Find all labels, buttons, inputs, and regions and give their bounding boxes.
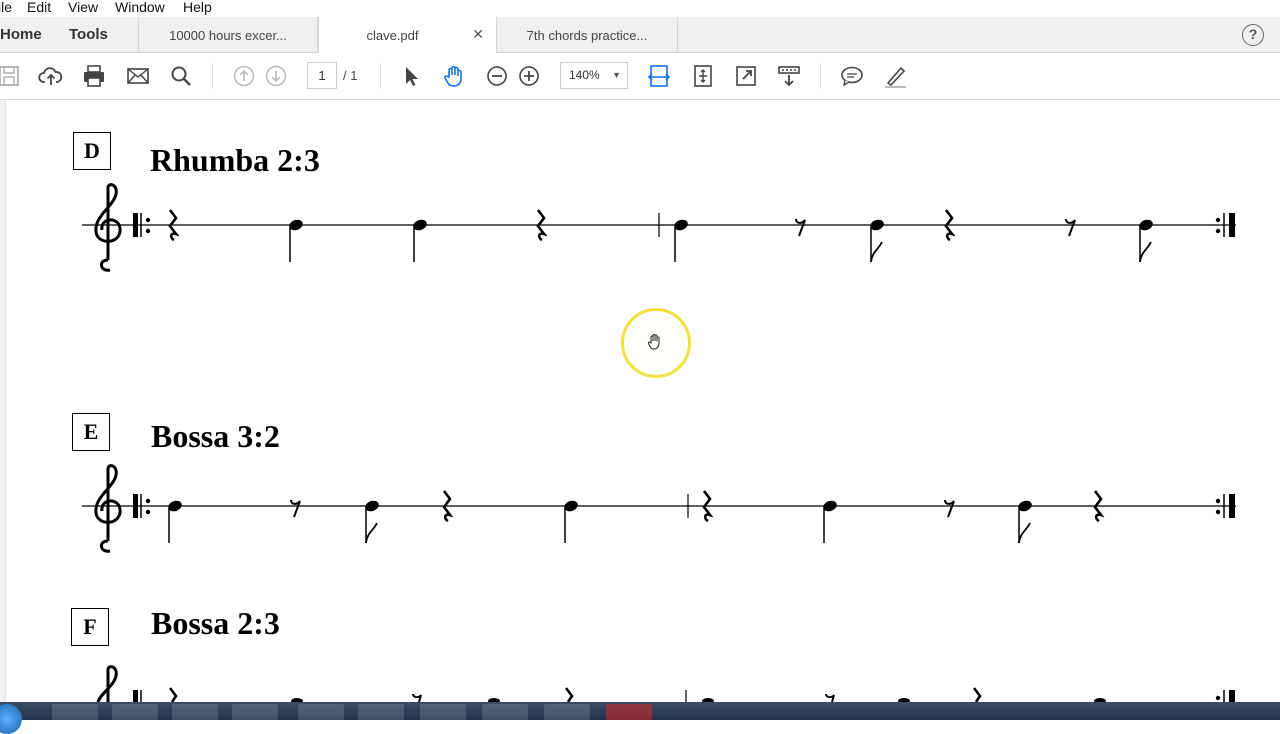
quarter-note [289,219,303,262]
toolbar-divider [380,63,381,89]
quarter-note [823,500,837,543]
eighth-note [1139,219,1153,263]
print-icon[interactable] [81,63,107,89]
quarter-note [168,500,182,543]
file-explorer-icon[interactable] [52,704,98,720]
navigation-pane-edge[interactable] [0,100,6,702]
taskbar-app-icon[interactable] [232,704,278,720]
previous-page-icon[interactable] [231,63,257,89]
treble-clef-icon [94,464,122,553]
eighth-note [365,500,379,544]
quarter-note [674,219,688,262]
section-label: F [71,608,109,646]
taskbar-app-icon[interactable] [544,704,590,720]
select-arrow-icon[interactable] [398,63,424,89]
search-icon[interactable] [168,63,194,89]
outlook-icon[interactable] [358,704,404,720]
section-label: E [72,413,110,451]
menu-edit[interactable]: Edit [27,0,51,15]
rhythm-staff [82,183,1236,272]
tab-7th-chords[interactable]: 7th chords practice... [497,17,678,53]
toolbar-divider [212,63,213,89]
comment-icon[interactable] [839,63,865,89]
zoom-out-icon[interactable] [484,63,510,89]
scroll-mode-icon[interactable] [776,63,802,89]
email-icon[interactable] [125,63,151,89]
menu-file[interactable]: ile [0,0,12,15]
chrome-icon[interactable] [112,704,158,720]
windows-taskbar [0,702,1280,734]
start-button[interactable] [0,704,22,734]
chevron-down-icon: ▼ [612,70,621,80]
eighth-note [1018,500,1032,544]
nav-tools[interactable]: Tools [69,26,108,43]
hand-tool-icon[interactable] [441,63,467,89]
treble-clef-icon [94,183,122,272]
tab-bar: Home Tools 10000 hours excer... clave.pd… [0,17,1280,54]
section-title: Bossa 2:3 [151,605,280,641]
quarter-note [413,219,427,262]
next-page-icon[interactable] [263,63,289,89]
acrobat-icon[interactable] [606,704,652,720]
menu-window[interactable]: Window [115,0,165,15]
eighth-rest-icon [290,499,301,518]
menu-help[interactable]: Help [183,0,212,15]
full-screen-icon[interactable] [733,63,759,89]
word-icon[interactable] [482,704,528,720]
toolbar-divider [820,63,821,89]
page-number-input[interactable]: 1 [307,62,337,89]
help-icon[interactable]: ? [1242,24,1264,46]
zoom-in-icon[interactable] [516,63,542,89]
tab-label: clave.pdf [366,28,419,43]
section-label: D [73,132,111,170]
save-icon[interactable] [0,63,22,89]
quarter-note [564,500,578,543]
close-icon[interactable]: ✕ [472,26,484,43]
tab-clave[interactable]: clave.pdf ✕ [318,17,497,54]
nav-home[interactable]: Home [0,26,42,43]
fit-page-icon[interactable] [690,63,716,89]
eighth-rest-icon [1065,218,1076,237]
upload-cloud-icon[interactable] [38,63,64,89]
section-title: Bossa 3:2 [151,418,280,454]
zoom-value: 140% [569,68,600,82]
taskbar-app-icon[interactable] [172,704,218,720]
rhythm-staff [96,665,1235,702]
taskbar-app-icon[interactable] [298,704,344,720]
menu-view[interactable]: View [68,0,98,15]
zoom-select[interactable]: 140% ▼ [560,62,628,89]
menu-bar: ile Edit View Window Help [0,0,1280,17]
tab-label: 7th chords practice... [526,27,648,43]
taskbar-app-icon[interactable] [420,704,466,720]
hand-cursor-icon [647,333,663,354]
tab-label: 10000 hours excer... [169,27,287,43]
eighth-rest-icon [944,499,955,518]
document-view[interactable]: D Rhumba 2:3 E Bossa 3:2 F Bossa 2:3 [0,100,1280,702]
treble-clef-icon [96,665,118,702]
eighth-note [870,219,884,263]
rhythm-staff [82,464,1236,553]
eighth-rest-icon [795,218,806,237]
toolbar [0,53,1280,100]
tab-10000-hours[interactable]: 10000 hours excer... [138,17,318,53]
section-title: Rhumba 2:3 [150,142,320,178]
page-total: / 1 [343,68,358,83]
highlight-pen-icon[interactable] [882,63,908,89]
fit-width-icon[interactable] [646,63,672,89]
